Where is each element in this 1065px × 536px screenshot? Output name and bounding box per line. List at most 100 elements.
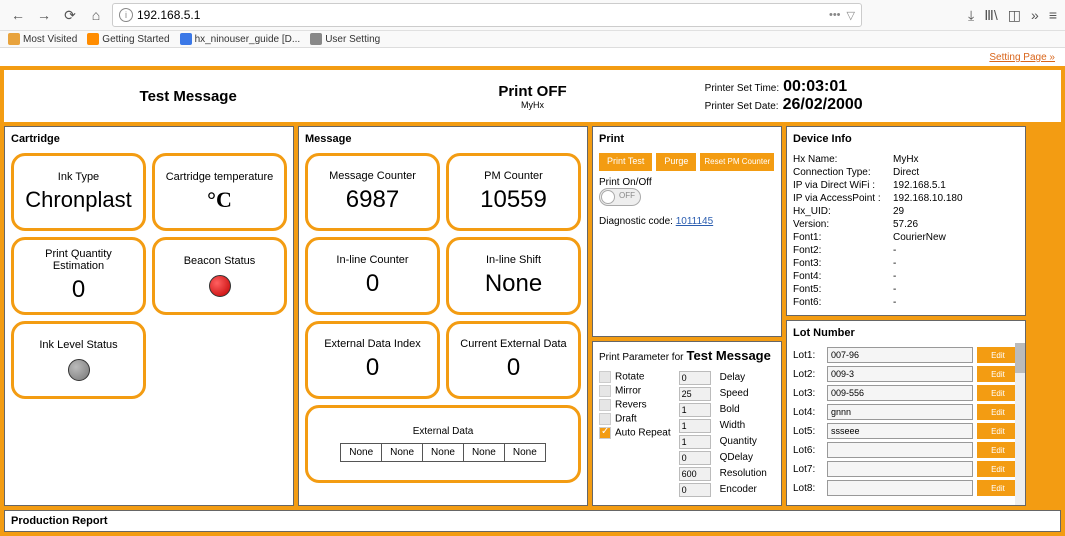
url-input[interactable] <box>137 8 825 22</box>
scrollbar[interactable] <box>1015 343 1025 505</box>
lot-input[interactable] <box>827 461 973 477</box>
message-title: Test Message <box>16 88 360 105</box>
message-panel: Message Message Counter 6987 PM Counter … <box>298 126 588 506</box>
pp-option[interactable]: Rotate <box>599 371 671 383</box>
lot-panel: Lot Number Lot1:EditLot2:EditLot3:EditLo… <box>786 320 1026 506</box>
reset-pm-button[interactable]: Reset PM Counter <box>700 153 774 171</box>
cartridge-panel: Cartridge Ink Type Chronplast Cartridge … <box>4 126 294 506</box>
bookmark-getting-started[interactable]: Getting Started <box>87 33 169 45</box>
pp-value-input[interactable]: 600 <box>679 467 711 481</box>
pp-value-input[interactable]: 1 <box>679 435 711 449</box>
overflow-icon[interactable]: » <box>1031 7 1039 24</box>
checkbox-icon[interactable] <box>599 399 611 411</box>
header-bar: Test Message Print OFF MyHx Printer Set … <box>4 70 1061 122</box>
message-title-label: Message <box>305 133 581 145</box>
diagnostic-label: Diagnostic code: <box>599 216 673 227</box>
device-key: Connection Type: <box>793 167 893 178</box>
lot-label: Lot5: <box>793 426 823 437</box>
diagnostic-code-link[interactable]: 1011145 <box>676 216 713 227</box>
lot-row: Lot8:Edit <box>793 480 1019 496</box>
device-row: IP via Direct WiFi :192.168.5.1 <box>793 179 1019 192</box>
lot-label: Lot4: <box>793 407 823 418</box>
lot-input[interactable] <box>827 404 973 420</box>
external-data-tile: External Data None None None None None <box>305 405 581 483</box>
print-onoff-toggle[interactable]: OFF <box>599 188 641 206</box>
print-test-button[interactable]: Print Test <box>599 153 652 171</box>
purge-button[interactable]: Purge <box>656 153 696 171</box>
pp-value-input[interactable]: 1 <box>679 403 711 417</box>
pm-counter-label: PM Counter <box>484 170 543 182</box>
lot-edit-button[interactable]: Edit <box>977 347 1019 363</box>
pp-option[interactable]: Auto Repeat <box>599 427 671 439</box>
printer-time-value: 00:03:01 <box>783 78 847 96</box>
reload-button[interactable]: ⟳ <box>60 5 80 25</box>
lot-input[interactable] <box>827 442 973 458</box>
device-val: - <box>893 284 1019 295</box>
lot-edit-button[interactable]: Edit <box>977 423 1019 439</box>
menu-icon[interactable]: ≡ <box>1049 7 1057 24</box>
checkbox-icon[interactable] <box>599 385 611 397</box>
checkbox-icon[interactable] <box>599 371 611 383</box>
pp-option[interactable]: Mirror <box>599 385 671 397</box>
message-counter-tile: Message Counter 6987 <box>305 153 440 231</box>
lot-edit-button[interactable]: Edit <box>977 385 1019 401</box>
pp-param-label: Width <box>720 420 775 431</box>
lot-input[interactable] <box>827 347 973 363</box>
pp-value-input[interactable]: 0 <box>679 451 711 465</box>
inline-counter-label: In-line Counter <box>336 254 408 266</box>
lot-edit-button[interactable]: Edit <box>977 480 1019 496</box>
lot-row: Lot6: Edit <box>793 442 1019 458</box>
forward-button[interactable]: → <box>34 5 54 25</box>
external-data-table: None None None None None <box>340 443 546 462</box>
pp-option[interactable]: Draft <box>599 413 671 425</box>
scrollbar-thumb[interactable] <box>1015 343 1025 373</box>
pp-options: Rotate Mirror Revers Draft Auto Repeat <box>599 371 671 497</box>
lot-input[interactable] <box>827 480 973 496</box>
pp-value-input[interactable]: 25 <box>679 387 711 401</box>
lot-input[interactable] <box>827 366 973 382</box>
more-icon[interactable]: ••• <box>829 9 841 22</box>
checkbox-icon[interactable] <box>599 413 611 425</box>
current-ext-data-label: Current External Data <box>460 338 566 350</box>
print-quantity-value: 0 <box>72 276 85 304</box>
header-right: Printer Set Time: 00:03:01 Printer Set D… <box>705 78 1049 114</box>
bookmark-hx-guide[interactable]: hx_ninouser_guide [D... <box>180 33 301 45</box>
lot-input[interactable] <box>827 385 973 401</box>
bookmark-user-setting[interactable]: User Setting <box>310 33 380 45</box>
device-val: 192.168.5.1 <box>893 180 1019 191</box>
pp-option[interactable]: Revers <box>599 399 671 411</box>
printer-time-label: Printer Set Time: <box>705 83 779 94</box>
toggle-state: OFF <box>619 191 635 200</box>
lot-label: Lot1: <box>793 350 823 361</box>
device-row: Font6:- <box>793 296 1019 309</box>
lot-edit-button[interactable]: Edit <box>977 404 1019 420</box>
shield-icon[interactable]: ▽ <box>847 9 855 22</box>
sidebar-icon[interactable]: ◫ <box>1008 7 1021 24</box>
lot-label: Lot6: <box>793 445 823 456</box>
url-bar[interactable]: i ••• ▽ <box>112 3 862 27</box>
checkbox-icon[interactable] <box>599 427 611 439</box>
lot-edit-button[interactable]: Edit <box>977 461 1019 477</box>
bookmark-most-visited[interactable]: Most Visited <box>8 33 77 45</box>
lot-edit-button[interactable]: Edit <box>977 442 1019 458</box>
pp-value-input[interactable]: 0 <box>679 483 711 497</box>
ext-data-cell: None <box>504 444 545 462</box>
bookmark-icon <box>310 33 322 45</box>
info-icon[interactable]: i <box>119 8 133 22</box>
pp-value-input[interactable]: 0 <box>679 371 711 385</box>
pp-param-label: Resolution <box>720 468 775 479</box>
pm-counter-value: 10559 <box>480 186 547 214</box>
pp-value-input[interactable]: 1 <box>679 419 711 433</box>
inline-shift-label: In-line Shift <box>486 254 541 266</box>
message-counter-label: Message Counter <box>329 170 416 182</box>
back-button[interactable]: ← <box>8 5 28 25</box>
ext-data-cell: None <box>382 444 423 462</box>
device-val: 57.26 <box>893 219 1019 230</box>
lot-edit-button[interactable]: Edit <box>977 366 1019 382</box>
setting-page-link[interactable]: Setting Page » <box>989 52 1055 63</box>
lot-label: Lot7: <box>793 464 823 475</box>
download-icon[interactable]: ⤓ <box>968 7 974 24</box>
home-button[interactable]: ⌂ <box>86 5 106 25</box>
library-icon[interactable]: Ⅲ\ <box>984 7 998 24</box>
lot-input[interactable] <box>827 423 973 439</box>
